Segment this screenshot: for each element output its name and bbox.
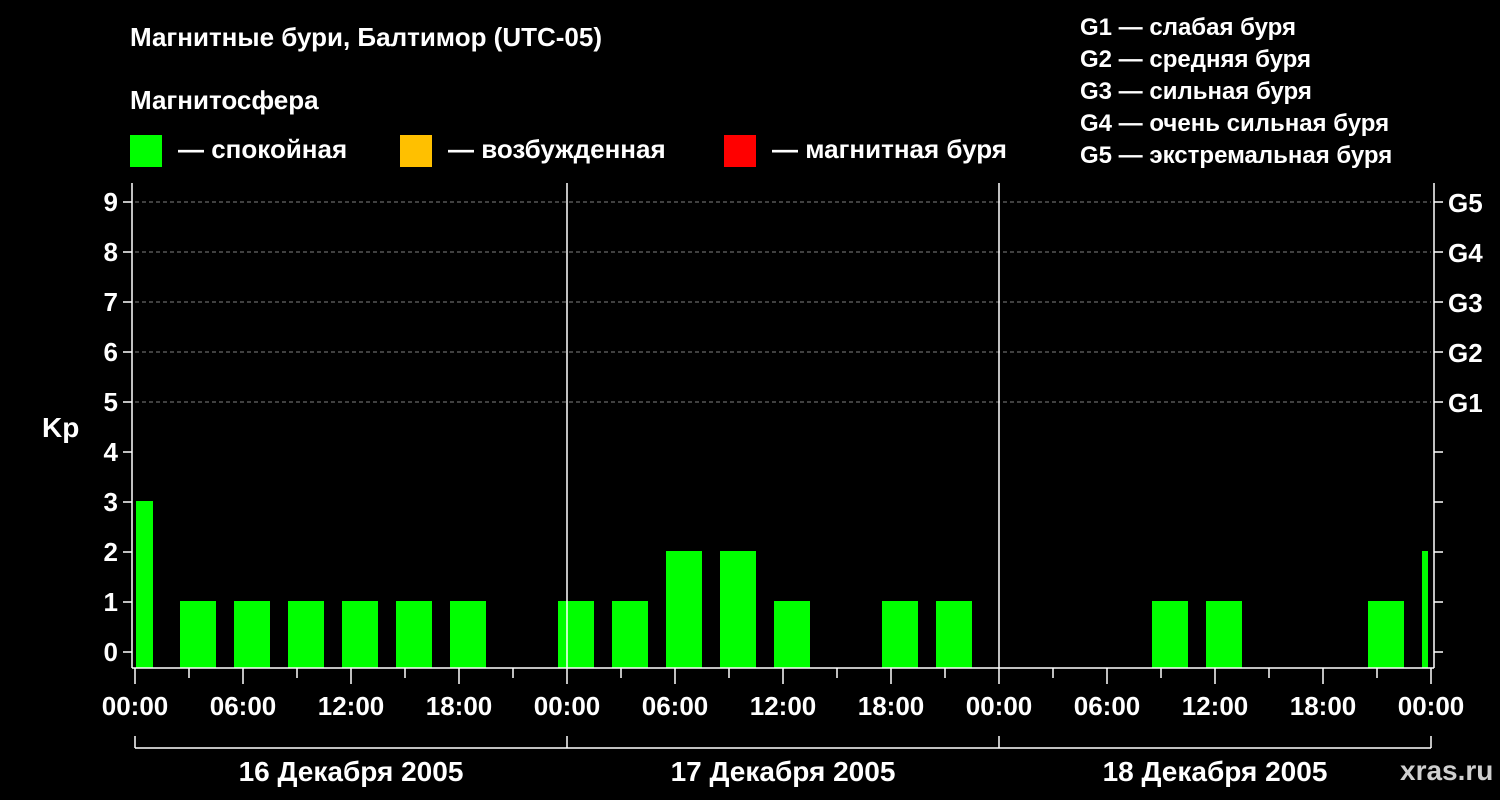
y-tick-label: 4 xyxy=(104,437,119,467)
y-tick-label: 9 xyxy=(104,187,118,217)
x-tick-label: 00:00 xyxy=(534,691,601,721)
y-tick-label: 0 xyxy=(104,637,118,667)
x-tick-label: 18:00 xyxy=(426,691,493,721)
y-tick-label: 7 xyxy=(104,287,118,317)
kp-bar xyxy=(666,551,702,668)
kp-bar xyxy=(1422,551,1428,668)
y-tick-label: 1 xyxy=(104,587,118,617)
kp-bar xyxy=(450,601,486,668)
x-tick-label: 12:00 xyxy=(1182,691,1249,721)
day-label: 18 Декабря 2005 xyxy=(1103,756,1328,787)
kp-bar xyxy=(1368,601,1404,668)
x-tick-label: 00:00 xyxy=(966,691,1033,721)
x-tick-label: 12:00 xyxy=(750,691,817,721)
y-tick-label: 3 xyxy=(104,487,118,517)
day-label: 16 Декабря 2005 xyxy=(239,756,464,787)
kp-bar xyxy=(720,551,756,668)
day-label: 17 Декабря 2005 xyxy=(671,756,896,787)
kp-bar xyxy=(342,601,378,668)
y-tick-label: 6 xyxy=(104,337,118,367)
kp-bar xyxy=(288,601,324,668)
kp-bar-chart: 0 1 2 3 4 5 6 7 8 9 G1 G2 G3 G4 G5 Kp 00:00 06:00 12:00 18:… xyxy=(42,183,1483,787)
kp-bar xyxy=(180,601,216,668)
y-tick-label: 5 xyxy=(104,387,118,417)
kp-bar xyxy=(612,601,648,668)
watermark: xras.ru xyxy=(1400,755,1494,786)
x-tick-label: 18:00 xyxy=(1290,691,1357,721)
kp-bar xyxy=(882,601,918,668)
kp-bar xyxy=(234,601,270,668)
kp-bar xyxy=(1152,601,1188,668)
x-tick-label: 00:00 xyxy=(1398,691,1465,721)
kp-bar xyxy=(774,601,810,668)
x-tick-label: 12:00 xyxy=(318,691,385,721)
x-tick-label: 06:00 xyxy=(1074,691,1141,721)
x-tick-label: 00:00 xyxy=(102,691,169,721)
x-tick-label: 06:00 xyxy=(210,691,277,721)
y-tick-label: 8 xyxy=(104,237,118,267)
storm-scale-label: G2 xyxy=(1448,338,1483,368)
storm-scale-label: G1 xyxy=(1448,388,1483,418)
kp-bar xyxy=(396,601,432,668)
kp-bar xyxy=(936,601,972,668)
storm-scale-label: G5 xyxy=(1448,188,1483,218)
storm-scale-label: G4 xyxy=(1448,238,1483,268)
kp-bar xyxy=(1206,601,1242,668)
storm-scale-label: G3 xyxy=(1448,288,1483,318)
kp-bar xyxy=(558,601,594,668)
x-tick-label: 18:00 xyxy=(858,691,925,721)
kp-bar xyxy=(136,501,153,668)
x-tick-label: 06:00 xyxy=(642,691,709,721)
y-axis-label: Kp xyxy=(42,412,79,443)
y-tick-label: 2 xyxy=(104,537,118,567)
